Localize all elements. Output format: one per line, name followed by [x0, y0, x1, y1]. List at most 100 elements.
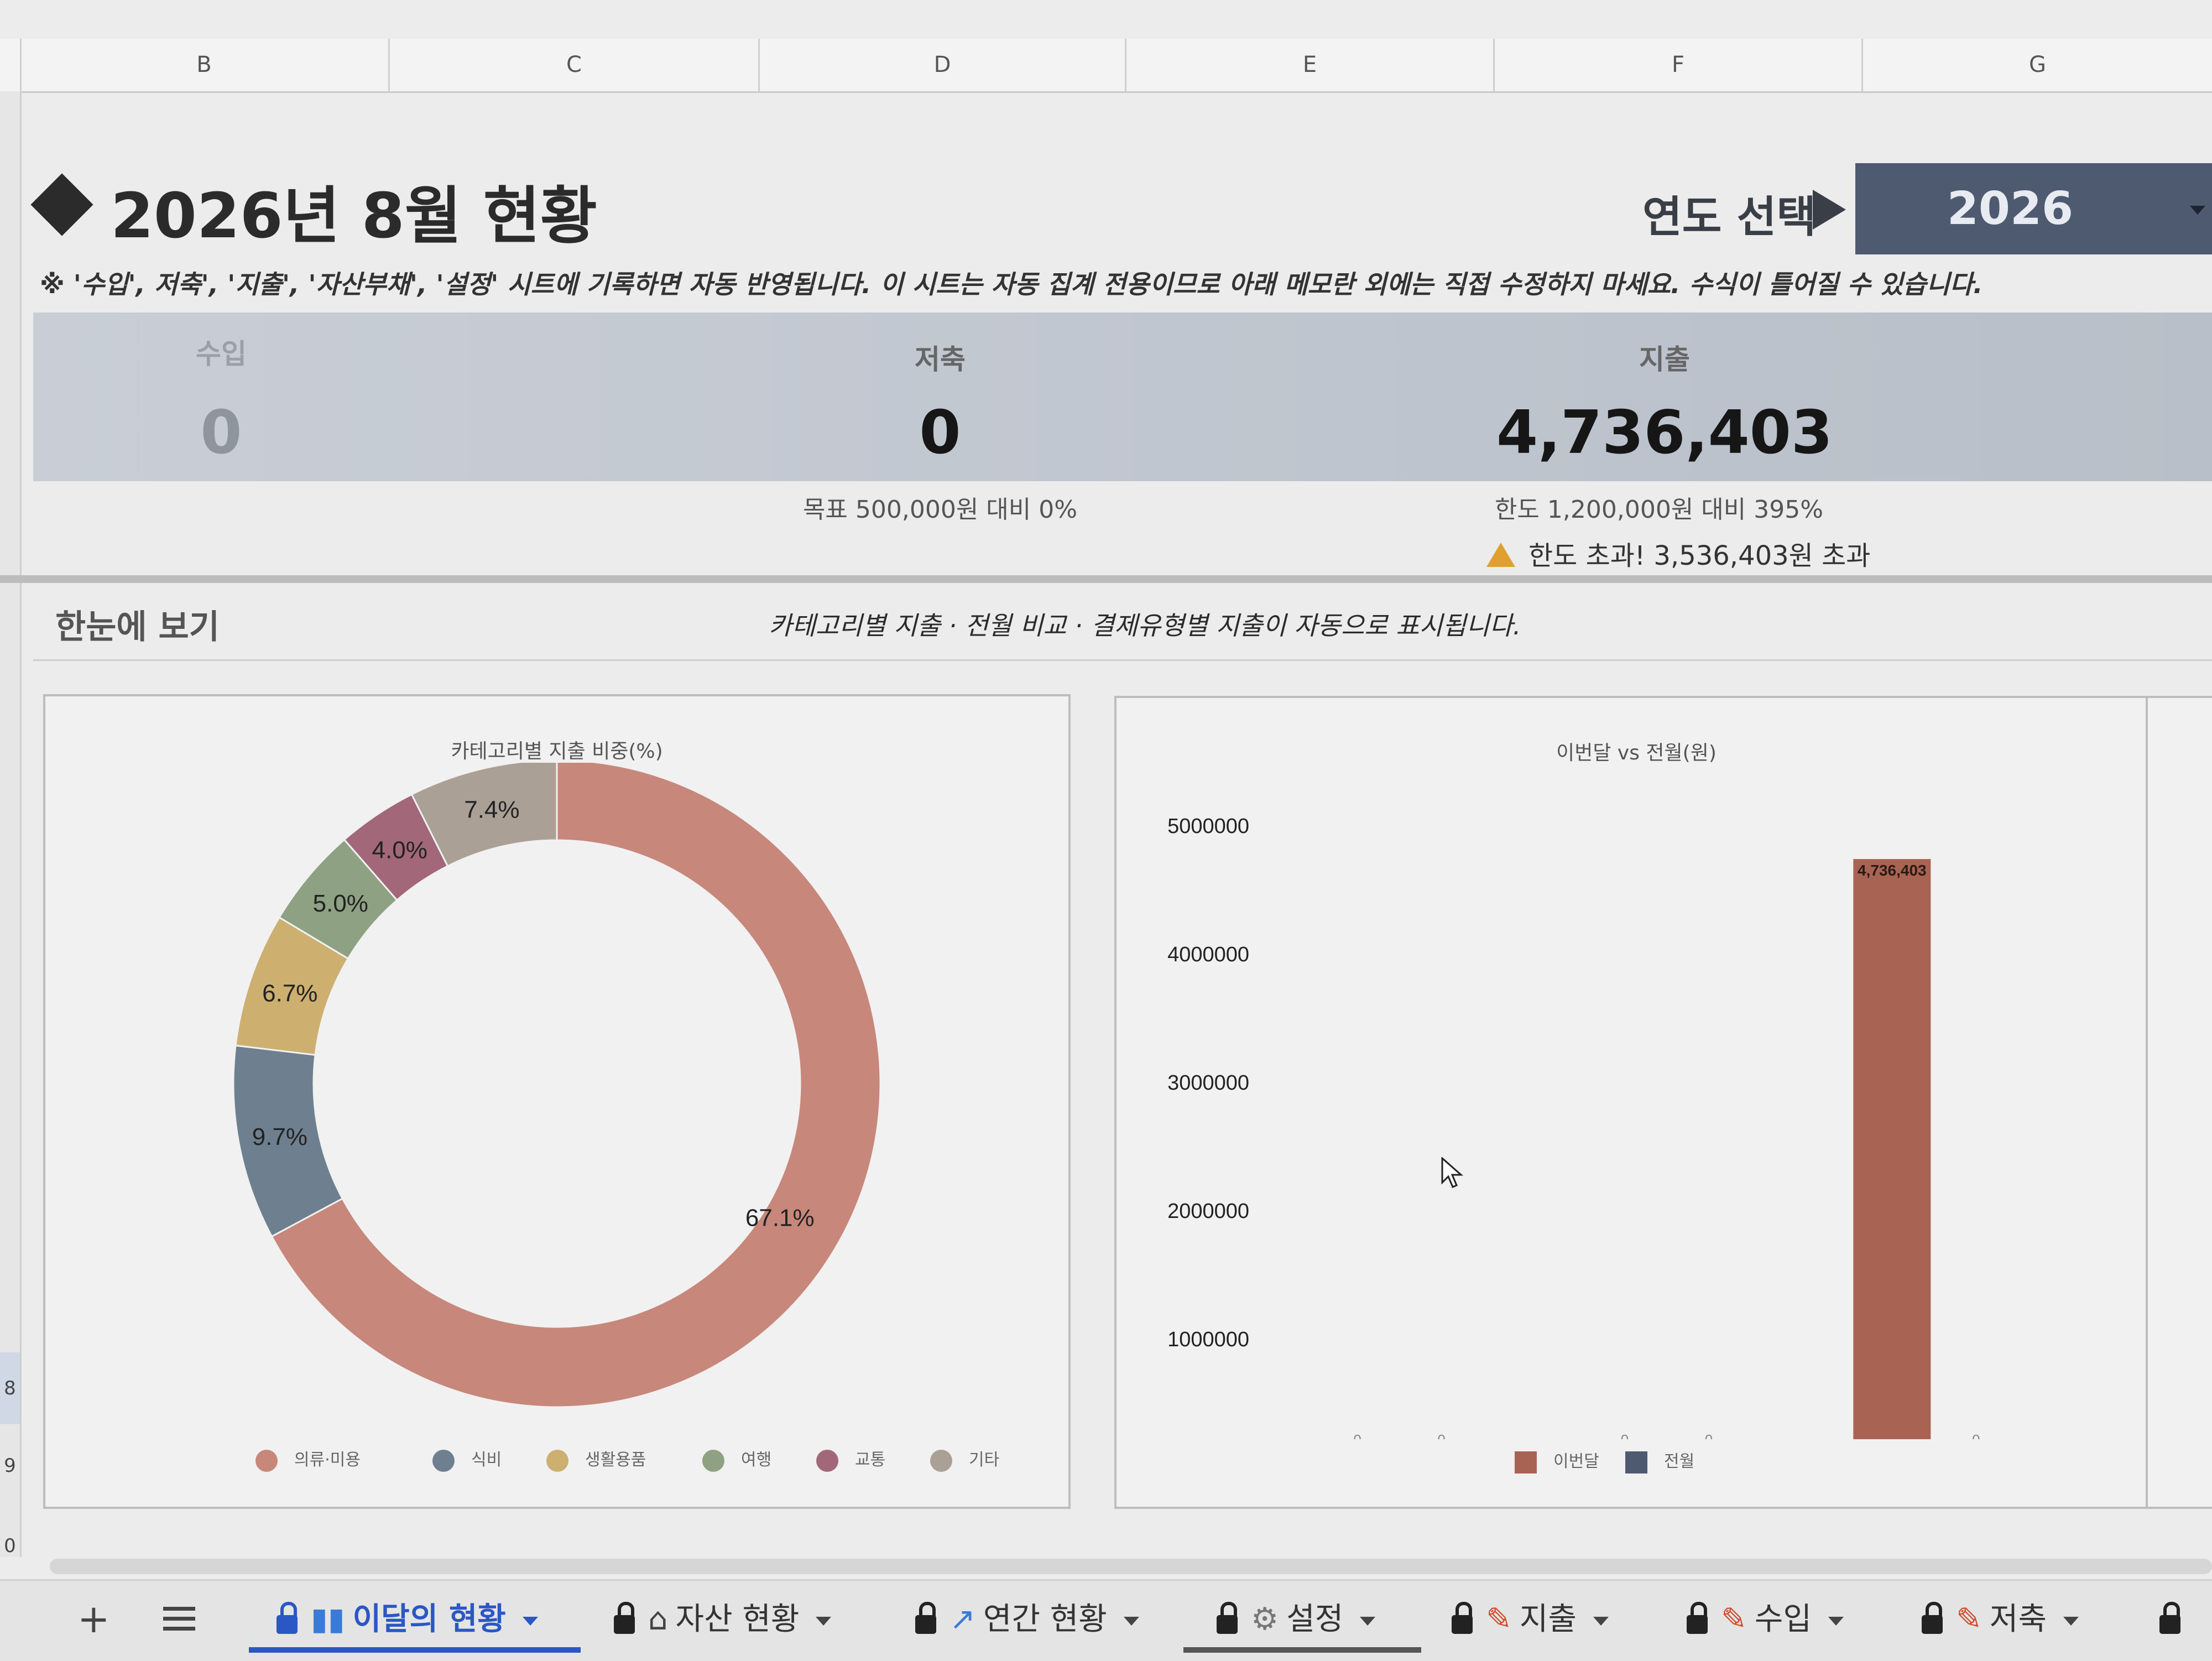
pencil-icon: ✎ [1721, 1601, 1747, 1637]
bar-data-label: 0 [1437, 1431, 1445, 1439]
legend-swatch [930, 1449, 952, 1472]
bar-chart[interactable]: 01000000200000030000004000000500000000수입… [1117, 775, 2156, 1439]
section-description: 카테고리별 지출 · 전월 비교 · 결제유형별 지출이 자동으로 표시됩니다. [769, 611, 1521, 641]
slice-data-label: 4.0% [372, 837, 427, 864]
chevron-down-icon[interactable] [1593, 1616, 1609, 1626]
legend-item[interactable]: 전월 [1625, 1447, 1694, 1473]
payment-type-chart-panel[interactable] [2146, 696, 2212, 1509]
bar-data-label: 4,736,403 [1858, 862, 1927, 879]
row-number[interactable]: 0 [0, 1518, 20, 1574]
bar-chart-icon: ▮▮ [311, 1601, 345, 1637]
column-header-bar: B C D E F G [0, 39, 2212, 93]
lock-icon [1687, 1601, 1708, 1634]
tab-income[interactable]: ✎ 수입 [1687, 1593, 1844, 1646]
legend-label: 여행 [741, 1450, 772, 1470]
row-number[interactable]: 9 [0, 1430, 20, 1502]
legend-label: 의류·미용 [294, 1450, 361, 1470]
chart-title: 이번달 vs 전월(원) [1556, 742, 1717, 764]
slice-data-label: 67.1% [745, 1204, 815, 1231]
column-header-e[interactable]: E [1126, 39, 1495, 91]
chart-legend: 이번달 전월 [1117, 1447, 2156, 1481]
chevron-down-icon[interactable] [816, 1616, 832, 1626]
select-all-corner[interactable] [0, 39, 22, 91]
diamond-icon [30, 173, 93, 236]
column-header-d[interactable]: D [760, 39, 1126, 91]
all-sheets-menu-icon[interactable] [163, 1607, 195, 1631]
kpi-expense-value: 4,736,403 [1496, 398, 1833, 467]
tab-label: 설정 [1286, 1601, 1344, 1637]
chevron-down-icon[interactable] [522, 1616, 538, 1626]
tab-label: 연간 현황 [983, 1601, 1107, 1637]
bar-data-label: 0 [1621, 1431, 1629, 1439]
section-rule [33, 659, 2212, 661]
year-dropdown-value[interactable]: 2026 [1855, 163, 2165, 254]
horizontal-scrollbar[interactable] [50, 1559, 2212, 1574]
bank-icon: ⌂ [648, 1601, 668, 1637]
chevron-down-icon[interactable] [2190, 206, 2205, 215]
limit-exceeded-warning: 한도 초과! 3,536,403원 초과 [1486, 534, 1870, 572]
legend-swatch [546, 1449, 568, 1472]
line-chart-icon: ↗ [950, 1601, 975, 1637]
tab-savings[interactable]: ✎ 저축 [1922, 1593, 2079, 1646]
tab-monthly-status[interactable]: ▮▮ 이달의 현황 [276, 1593, 538, 1646]
tab-annual-status[interactable]: ↗ 연간 현황 [915, 1593, 1139, 1646]
year-select-label: 연도 선택 [1642, 192, 1817, 242]
warning-icon [1486, 543, 1515, 567]
column-header-b[interactable]: B [20, 39, 390, 91]
bar[interactable] [1853, 859, 1931, 1439]
lock-icon [1452, 1601, 1473, 1634]
legend-item[interactable]: 의류·미용 [255, 1446, 361, 1472]
chart-legend: 의류·미용 식비 생활용품 여행 교통 기타 [45, 1446, 1068, 1479]
tab-expense[interactable]: ✎ 지출 [1452, 1593, 1609, 1646]
slice-data-label: 9.7% [252, 1123, 307, 1150]
column-header-c[interactable]: C [390, 39, 760, 91]
category-chart-panel[interactable]: 카테고리별 지출 비중(%) 67.1% 9.7% 6.7% 5.0% 4.0% 7.4%… [43, 694, 1071, 1509]
kpi-expense-limit: 한도 1,200,000원 대비 395% [1494, 496, 1824, 524]
column-header-g[interactable]: G [1863, 39, 2212, 91]
chevron-down-icon[interactable] [1360, 1616, 1376, 1626]
pencil-icon: ✎ [1486, 1601, 1512, 1637]
warning-text: 한도 초과! 3,536,403원 초과 [1528, 540, 1871, 571]
notice-text: ※ '수입', 저축', '지출', '자산부채', '설정' 시트에 기록하면… [40, 269, 1983, 299]
y-tick-label: 4000000 [1167, 943, 1249, 966]
lock-icon [614, 1601, 635, 1634]
tab-indicator [1183, 1647, 1421, 1653]
page-title: 2026년 8월 현황 [111, 180, 597, 252]
chevron-down-icon[interactable] [2063, 1616, 2079, 1626]
tab-more[interactable] [2159, 1593, 2194, 1646]
y-tick-label: 2000000 [1167, 1200, 1249, 1223]
column-header-f[interactable]: F [1495, 39, 1863, 91]
legend-label: 이번달 [1553, 1452, 1599, 1471]
tab-asset-status[interactable]: ⌂ 자산 현황 [614, 1593, 832, 1646]
lock-icon [2159, 1601, 2180, 1634]
legend-item[interactable]: 이번달 [1515, 1447, 1599, 1473]
donut-chart[interactable]: 67.1% 9.7% 6.7% 5.0%4.0% 7.4% [45, 763, 1068, 1454]
legend-item[interactable]: 기타 [930, 1446, 999, 1472]
legend-swatch [1625, 1451, 1647, 1473]
legend-item[interactable]: 여행 [702, 1446, 771, 1472]
tab-label: 저축 [1989, 1601, 2047, 1637]
kpi-savings-label: 저축 [915, 343, 966, 376]
tab-settings[interactable]: ⚙ 설정 [1217, 1593, 1376, 1646]
month-comparison-chart-panel[interactable]: 이번달 vs 전월(원) 0 1000000 2000000 3000000 40000… [1114, 696, 2158, 1509]
tab-label: 수입 [1754, 1601, 1812, 1637]
legend-item[interactable]: 교통 [816, 1446, 885, 1472]
chart-title: 카테고리별 지출 비중(%) [451, 740, 663, 763]
legend-swatch [432, 1449, 455, 1472]
y-tick-label: 5000000 [1167, 815, 1249, 838]
lock-icon [915, 1601, 936, 1634]
lock-icon [276, 1601, 298, 1634]
tab-label: 지출 [1519, 1601, 1577, 1637]
row-number[interactable]: 8 [0, 1352, 20, 1424]
legend-item[interactable]: 생활용품 [546, 1446, 646, 1472]
slice-data-label: 5.0% [313, 890, 368, 917]
chevron-down-icon[interactable] [1123, 1616, 1139, 1626]
play-arrow-icon [1813, 190, 1846, 230]
legend-swatch [1515, 1451, 1537, 1473]
lock-icon [1217, 1601, 1238, 1634]
add-sheet-button[interactable]: + [77, 1593, 110, 1646]
slice-data-label: 6.7% [262, 980, 317, 1007]
chevron-down-icon[interactable] [1828, 1616, 1844, 1626]
gear-icon: ⚙ [1251, 1601, 1279, 1637]
legend-item[interactable]: 식비 [432, 1446, 502, 1472]
